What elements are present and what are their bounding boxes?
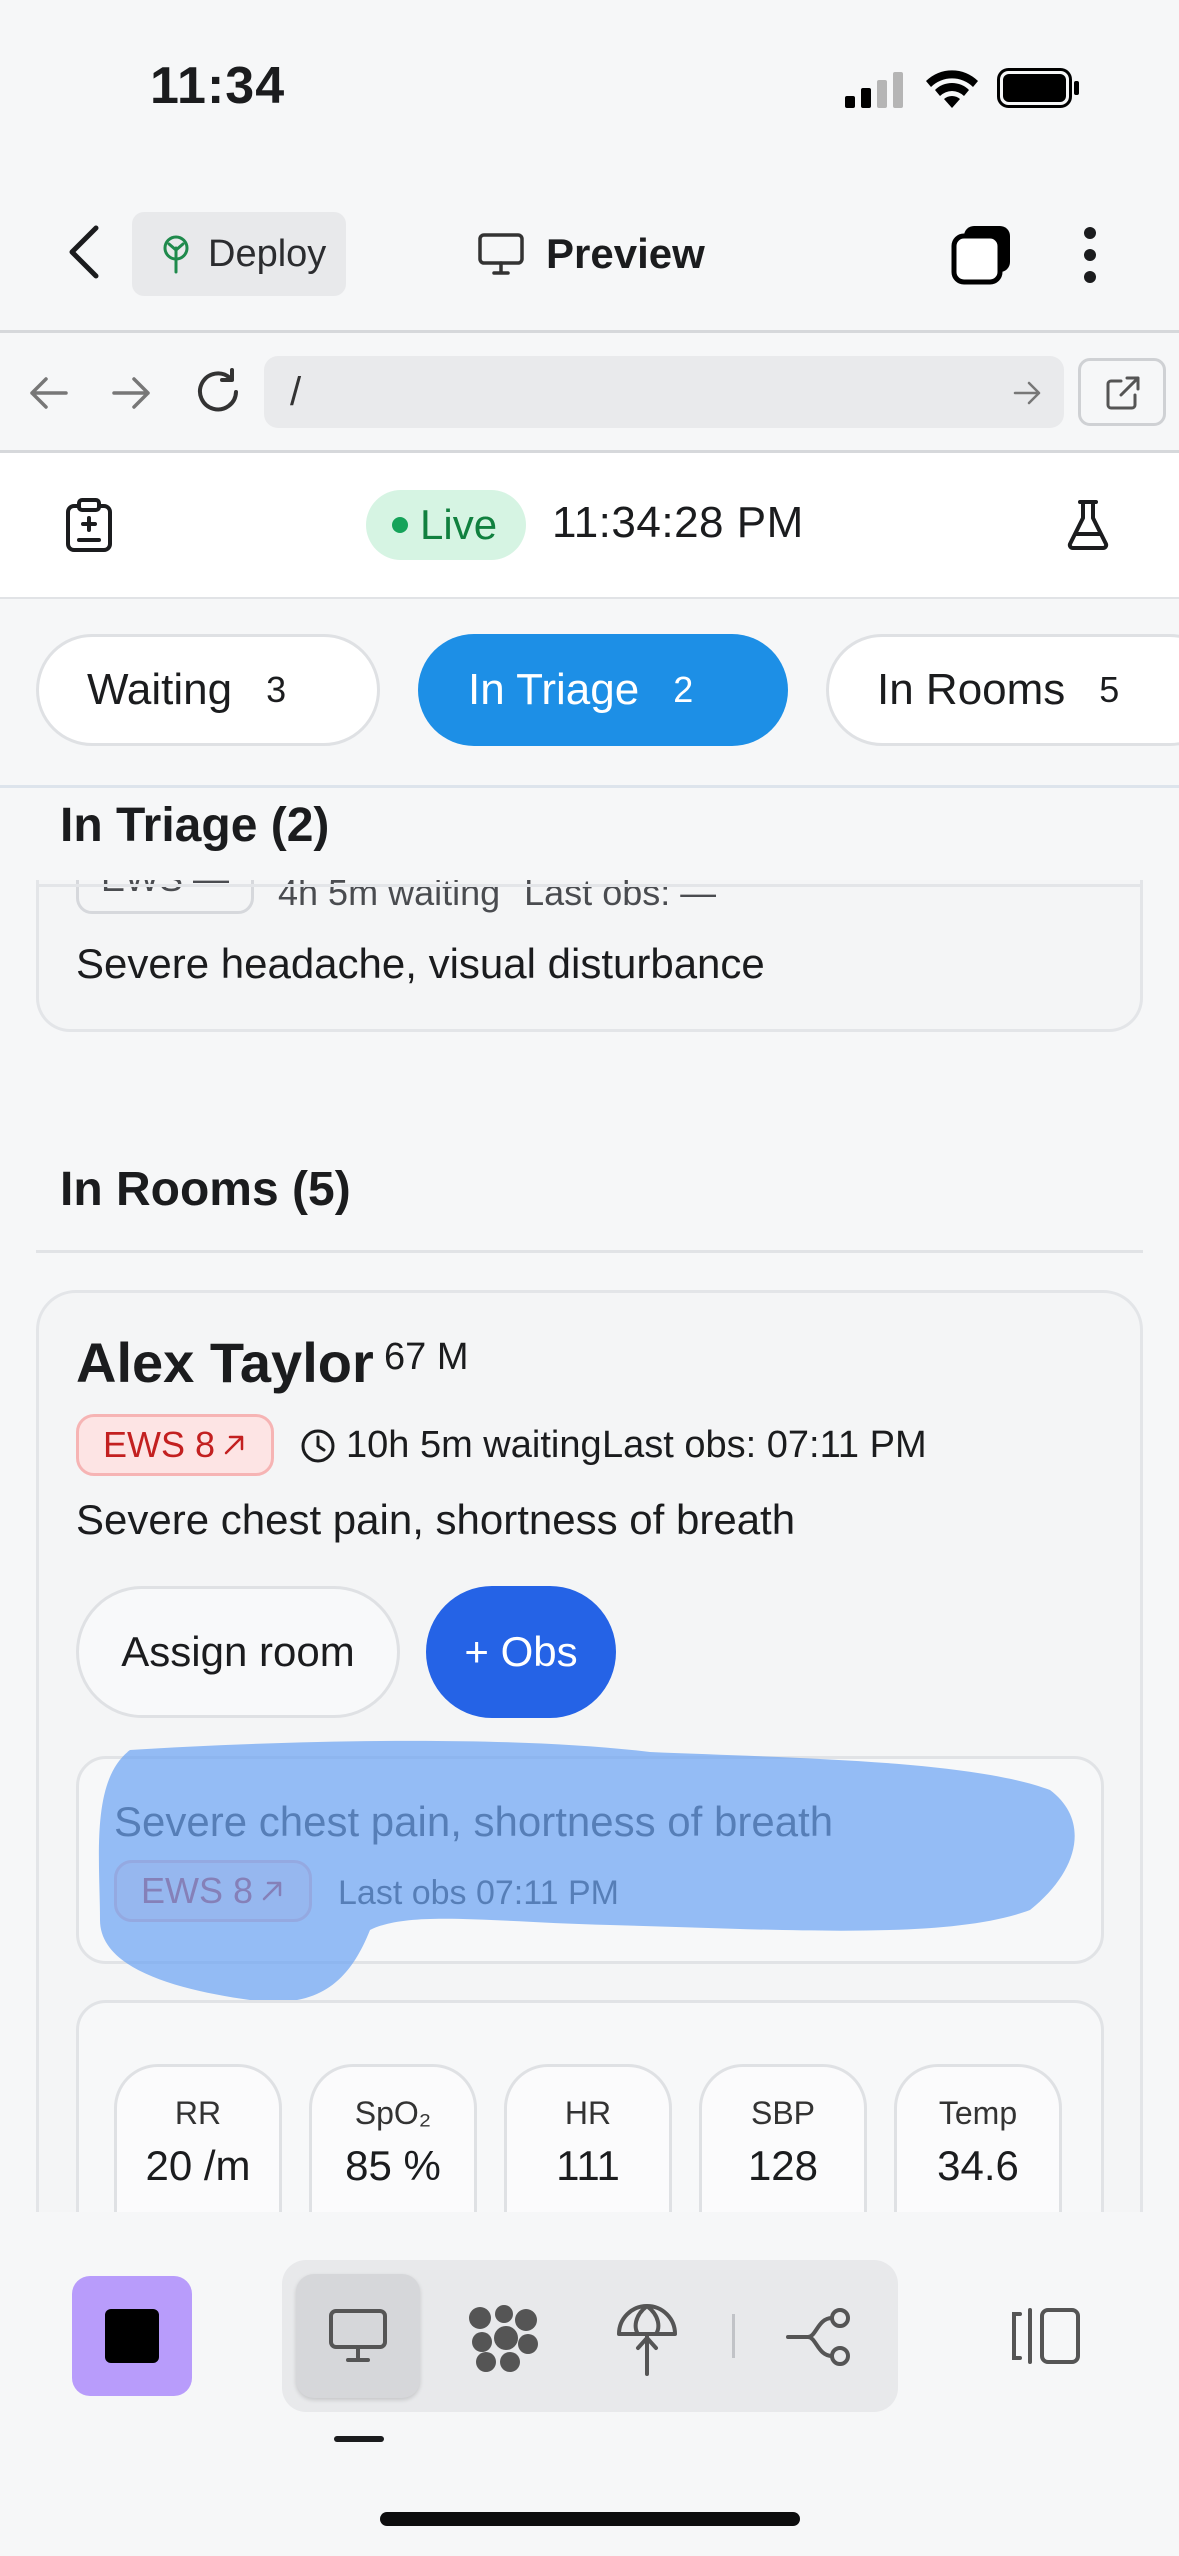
live-dot	[392, 517, 408, 533]
preview-label: Preview	[546, 230, 705, 277]
vital-label: HR	[564, 2095, 612, 2131]
tab-count: 5	[1099, 669, 1120, 710]
patient-name: Alex Taylor	[76, 1331, 374, 1394]
tab-label: Waiting	[87, 665, 233, 714]
tab-waiting[interactable]: Waiting 3	[36, 634, 380, 746]
divider	[36, 1250, 1143, 1253]
toolbar-divider	[732, 2314, 735, 2358]
vital-value: 111	[556, 2142, 620, 2189]
status-time: 11:34	[150, 57, 286, 115]
current-time: 11:34:28 PM	[552, 498, 804, 547]
deploy-button[interactable]: Deploy	[132, 212, 346, 296]
ews-score: EWS 8	[103, 1424, 216, 1465]
external-link-icon	[1106, 376, 1140, 410]
tab-count: 3	[266, 669, 287, 710]
tab-label: In Rooms	[877, 665, 1066, 714]
live-badge: Live	[366, 490, 526, 560]
cell-signal-icon	[845, 72, 903, 108]
ews-score: EWS 8	[141, 1870, 254, 1911]
deploy-tree-icon	[163, 235, 189, 274]
add-obs-button[interactable]: + Obs	[426, 1586, 616, 1718]
preview-view-button[interactable]	[296, 2274, 420, 2398]
ews-badge: EWS 8	[76, 1414, 274, 1476]
arrow-up-right-icon	[224, 1435, 244, 1455]
reload-icon[interactable]	[192, 366, 244, 418]
clipboard-icon[interactable]	[64, 498, 114, 552]
vital-label: RR	[174, 2095, 222, 2131]
live-label: Live	[420, 501, 498, 548]
home-indicator[interactable]	[380, 2512, 800, 2526]
assign-room-button[interactable]: Assign room	[76, 1586, 400, 1718]
last-obs: Last obs: 07:11 PM	[602, 1424, 927, 1466]
divider	[0, 330, 1179, 333]
tab-label: In Triage	[468, 665, 640, 714]
battery-icon	[997, 68, 1079, 108]
browser-back-icon[interactable]	[26, 370, 72, 416]
url-text: /	[290, 370, 302, 414]
tabs-icon[interactable]	[950, 222, 1014, 286]
preview-tab[interactable]: Preview	[478, 222, 705, 286]
tab-in-triage[interactable]: In Triage 2	[418, 634, 788, 746]
back-chevron-icon[interactable]	[60, 220, 110, 284]
triage-complaint: Severe headache, visual disturbance	[76, 940, 765, 987]
monitor-icon	[329, 2309, 387, 2362]
vital-label: SBP	[750, 2095, 816, 2131]
triage-section-title: In Triage (2)	[60, 799, 330, 852]
open-external-button[interactable]	[1078, 358, 1166, 426]
stop-icon	[105, 2309, 159, 2363]
monitor-icon	[478, 233, 524, 275]
globe-arrow-icon[interactable]	[614, 2298, 680, 2378]
go-arrow-icon[interactable]	[1012, 378, 1042, 408]
flask-icon[interactable]	[1064, 498, 1112, 552]
ews-badge: EWS 8	[114, 1860, 312, 1922]
patient-age-sex: 67 M	[384, 1336, 469, 1378]
tab-count: 2	[673, 669, 694, 710]
clock-icon	[301, 1429, 335, 1463]
rooms-section-title: In Rooms (5)	[60, 1163, 351, 1216]
browser-forward-icon[interactable]	[108, 370, 154, 416]
stop-button[interactable]	[72, 2276, 192, 2396]
active-indicator	[334, 2436, 384, 2442]
arrow-up-right-icon	[262, 1881, 282, 1901]
url-bar[interactable]: /	[264, 356, 1064, 428]
kebab-icon[interactable]	[1075, 225, 1105, 285]
card-edge	[36, 884, 1143, 887]
summary-complaint: Severe chest pain, shortness of breath	[114, 1798, 834, 1845]
vital-label: Temp	[938, 2095, 1018, 2131]
vital-value: 128	[747, 2142, 819, 2189]
layers-icon[interactable]	[466, 2304, 542, 2374]
branch-icon[interactable]	[786, 2306, 856, 2368]
vital-value: 34.6	[937, 2142, 1019, 2189]
vital-value: 85 %	[345, 2142, 441, 2189]
vital-value: 20 /m	[145, 2142, 251, 2189]
deploy-label: Deploy	[208, 232, 327, 275]
waiting-time: 10h 5m waiting	[346, 1424, 602, 1466]
wifi-icon	[926, 70, 978, 108]
tab-in-rooms[interactable]: In Rooms 5	[826, 634, 1179, 746]
patient-complaint: Severe chest pain, shortness of breath	[76, 1496, 796, 1543]
side-panel-icon[interactable]	[1010, 2306, 1082, 2366]
summary-last-obs: Last obs 07:11 PM	[338, 1874, 619, 1912]
vital-label: SpO₂	[354, 2095, 432, 2131]
